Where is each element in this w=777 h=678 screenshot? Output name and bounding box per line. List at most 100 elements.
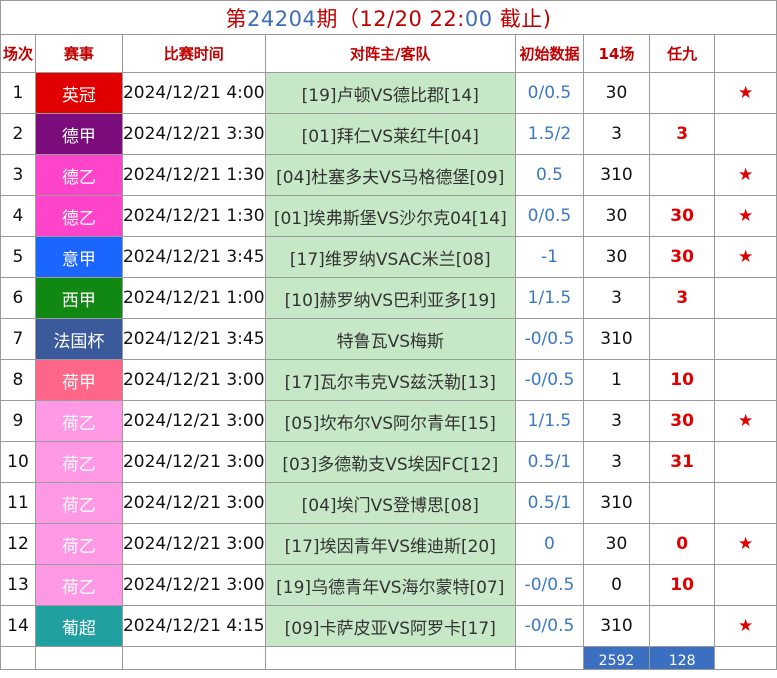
handicap-value: -0/0.5 (515, 564, 584, 606)
match-teams: [17]瓦尔韦克VS兹沃勒[13] (264, 359, 517, 401)
star-icon: ★ (714, 400, 777, 442)
totals-row: 2592 128 (0, 646, 777, 670)
row-number: 9 (0, 400, 36, 442)
handicap-value: 1.5/2 (515, 113, 584, 155)
handicap-value: 0/0.5 (515, 72, 584, 114)
handicap-value: 1/1.5 (515, 400, 584, 442)
match-teams: [19]乌德青年VS海尔蒙特[07] (264, 564, 517, 606)
table-row: 14 葡超 2024/12/21 4:15 [09]卡萨皮亚VS阿罗卡[17] -0/0… (0, 605, 777, 647)
league-badge: 荷乙 (34, 523, 123, 565)
row-number: 10 (0, 441, 36, 483)
league-badge: 葡超 (34, 605, 123, 647)
handicap-value: -1 (515, 236, 584, 278)
star-icon (714, 564, 777, 606)
row-number: 5 (0, 236, 36, 278)
header-14: 14场 (582, 34, 651, 73)
star-icon: ★ (714, 195, 777, 237)
total-14: 2592 (582, 646, 651, 670)
count-14: 0 (582, 564, 651, 606)
league-badge: 英冠 (34, 72, 123, 114)
star-icon (714, 113, 777, 155)
row-number: 14 (0, 605, 36, 647)
match-teams: [01]埃弗斯堡VS沙尔克04[14] (264, 195, 517, 237)
match-teams: [05]坎布尔VS阿尔青年[15] (264, 400, 517, 442)
row-number: 12 (0, 523, 36, 565)
handicap-value: 1/1.5 (515, 277, 584, 319)
count-14: 1 (582, 359, 651, 401)
handicap-value: -0/0.5 (515, 359, 584, 401)
star-icon: ★ (714, 154, 777, 196)
pick-r9 (649, 72, 716, 114)
pick-r9 (649, 318, 716, 360)
match-time: 2024/12/21 3:00 (121, 359, 266, 401)
pick-r9: 31 (649, 441, 716, 483)
league-badge: 荷乙 (34, 400, 123, 442)
match-time: 2024/12/21 1:00 (121, 277, 266, 319)
match-time: 2024/12/21 1:30 (121, 195, 266, 237)
league-badge: 德乙 (34, 154, 123, 196)
handicap-value: 0.5 (515, 154, 584, 196)
match-time: 2024/12/21 3:45 (121, 318, 266, 360)
row-number: 1 (0, 72, 36, 114)
pick-r9 (649, 482, 716, 524)
header-handicap: 初始数据 (515, 34, 584, 73)
handicap-value: 0.5/1 (515, 482, 584, 524)
row-number: 7 (0, 318, 36, 360)
pick-r9: 30 (649, 236, 716, 278)
table-row: 6 西甲 2024/12/21 1:00 [10]赫罗纳VS巴利亚多[19] 1/1.5… (0, 277, 777, 319)
match-time: 2024/12/21 1:30 (121, 154, 266, 196)
totals-blank (714, 646, 777, 670)
lottery-sheet: 第24204期（12/20 22:00 截止) 场次 赛事 比赛时间 对阵主/客… (0, 0, 777, 678)
pick-r9: 0 (649, 523, 716, 565)
star-icon (714, 318, 777, 360)
page-title: 第24204期（12/20 22:00 截止) (0, 0, 777, 35)
match-teams: [17]维罗纳VSAC米兰[08] (264, 236, 517, 278)
match-time: 2024/12/21 3:00 (121, 400, 266, 442)
row-number: 13 (0, 564, 36, 606)
pick-r9: 3 (649, 113, 716, 155)
count-14: 30 (582, 195, 651, 237)
totals-blank (34, 646, 123, 670)
league-badge: 荷乙 (34, 564, 123, 606)
pick-r9 (649, 605, 716, 647)
match-time: 2024/12/21 3:00 (121, 564, 266, 606)
match-time: 2024/12/21 3:45 (121, 236, 266, 278)
count-14: 3 (582, 441, 651, 483)
match-teams: [04]埃门VS登博思[08] (264, 482, 517, 524)
row-number: 11 (0, 482, 36, 524)
match-table: 第24204期（12/20 22:00 截止) 场次 赛事 比赛时间 对阵主/客… (0, 0, 777, 670)
count-14: 30 (582, 236, 651, 278)
row-number: 8 (0, 359, 36, 401)
star-icon (714, 359, 777, 401)
star-icon: ★ (714, 236, 777, 278)
star-icon (714, 482, 777, 524)
table-row: 2 德甲 2024/12/21 3:30 [01]拜仁VS莱红牛[04] 1.5/2 3 3 (0, 113, 777, 155)
header-star (714, 34, 777, 73)
row-number: 4 (0, 195, 36, 237)
match-teams: [04]杜塞多夫VS马格德堡[09] (264, 154, 517, 196)
handicap-value: -0/0.5 (515, 605, 584, 647)
table-row: 12 荷乙 2024/12/21 3:00 [17]埃因青年VS维迪斯[20] 0 30 0… (0, 523, 777, 565)
table-row: 3 德乙 2024/12/21 1:30 [04]杜塞多夫VS马格德堡[09] 0.5 3… (0, 154, 777, 196)
table-row: 8 荷甲 2024/12/21 3:00 [17]瓦尔韦克VS兹沃勒[13] -0/0.… (0, 359, 777, 401)
count-14: 310 (582, 154, 651, 196)
match-time: 2024/12/21 3:00 (121, 523, 266, 565)
table-row: 7 法国杯 2024/12/21 3:45 特鲁瓦VS梅斯 -0/0.5 310 (0, 318, 777, 360)
count-14: 30 (582, 523, 651, 565)
league-badge: 意甲 (34, 236, 123, 278)
table-row: 4 德乙 2024/12/21 1:30 [01]埃弗斯堡VS沙尔克04[14] 0/0… (0, 195, 777, 237)
table-row: 10 荷乙 2024/12/21 3:00 [03]多德勒支VS埃因FC[12] 0.5… (0, 441, 777, 483)
count-14: 30 (582, 72, 651, 114)
pick-r9: 10 (649, 564, 716, 606)
pick-r9: 30 (649, 195, 716, 237)
match-time: 2024/12/21 3:30 (121, 113, 266, 155)
totals-blank (515, 646, 584, 670)
match-teams: 特鲁瓦VS梅斯 (264, 318, 517, 360)
match-teams: [03]多德勒支VS埃因FC[12] (264, 441, 517, 483)
pick-r9: 3 (649, 277, 716, 319)
pick-r9 (649, 154, 716, 196)
star-icon: ★ (714, 72, 777, 114)
header-row: 场次 赛事 比赛时间 对阵主/客队 初始数据 14场 任九 (0, 34, 777, 73)
header-no: 场次 (0, 34, 36, 73)
match-teams: [10]赫罗纳VS巴利亚多[19] (264, 277, 517, 319)
